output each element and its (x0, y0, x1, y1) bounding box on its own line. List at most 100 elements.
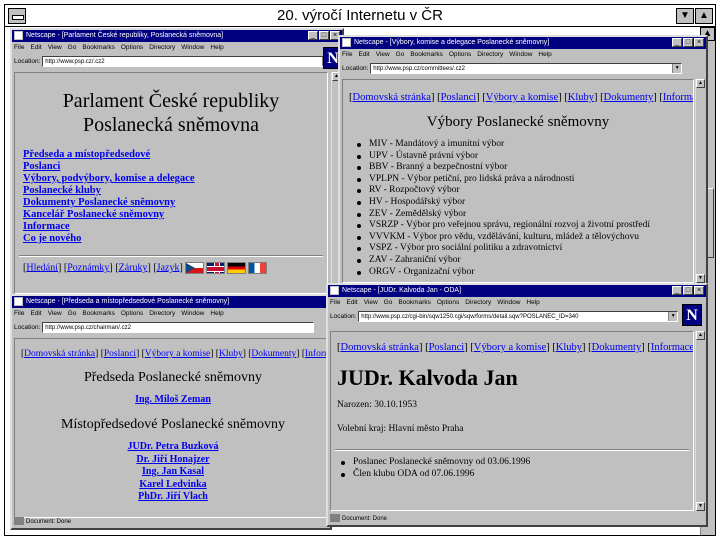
dropdown-icon[interactable]: ▼ (668, 311, 678, 321)
top-nav-link[interactable]: Kluby (568, 92, 594, 103)
maximize-icon[interactable]: □ (683, 38, 693, 47)
uk-flag-icon[interactable] (206, 262, 226, 274)
menu-item-go[interactable]: Go (384, 299, 393, 306)
menu-item-go[interactable]: Go (396, 51, 405, 58)
menu-item-options[interactable]: Options (449, 51, 471, 58)
menu-item-window[interactable]: Window (509, 51, 532, 58)
menu-item-help[interactable]: Help (210, 44, 223, 51)
menu-item-go[interactable]: Go (68, 44, 77, 51)
french-flag-icon[interactable] (248, 262, 268, 274)
menu-item-help[interactable]: Help (538, 51, 551, 58)
main-link[interactable]: Kancelář Poslanecké sněmovny (23, 209, 164, 220)
scroll-up-icon[interactable]: ▲ (696, 79, 705, 88)
top-nav-link[interactable]: Výbory a komise (145, 349, 210, 359)
vertical-scrollbar[interactable]: ▲▼ (695, 331, 705, 511)
minimize-icon[interactable]: _ (672, 286, 682, 295)
main-link[interactable]: Předseda a místopředsedové (23, 149, 150, 160)
url-field[interactable]: http://www.psp.cz/committees/.cz2 ▼ (370, 62, 683, 74)
top-nav-link[interactable]: Dokumenty (592, 342, 642, 353)
main-link[interactable]: Dokumenty Poslanecké sněmovny (23, 197, 175, 208)
menu-item-edit[interactable]: Edit (358, 51, 369, 58)
menu-item-help[interactable]: Help (210, 310, 223, 317)
menu-item-file[interactable]: File (14, 44, 24, 51)
footer-nav-link[interactable]: Hledání (26, 262, 58, 273)
menu-item-directory[interactable]: Directory (149, 310, 175, 317)
german-flag-icon[interactable] (227, 262, 247, 274)
title-bar[interactable]: Netscape - [Výbory, komise a delegace Po… (340, 37, 706, 49)
title-bar[interactable]: Netscape - [JUDr. Kalvoda Jan - ODA] _ □ × (328, 285, 706, 297)
close-icon[interactable]: × (694, 38, 704, 47)
main-link[interactable]: Poslanecké kluby (23, 185, 101, 196)
menu-item-edit[interactable]: Edit (346, 299, 357, 306)
maximize-triangle-icon[interactable]: ▲ (695, 8, 713, 24)
menu-item-bookmarks[interactable]: Bookmarks (410, 51, 443, 58)
title-bar[interactable]: Netscape - [Parlament České republiky, P… (12, 30, 342, 42)
menu-item-file[interactable]: File (330, 299, 340, 306)
window-chairman[interactable]: Netscape - [Předseda a místopředsedové P… (10, 294, 332, 530)
menu-item-options[interactable]: Options (121, 310, 143, 317)
menu-item-go[interactable]: Go (68, 310, 77, 317)
main-link[interactable]: Výbory, podvýbory, komise a delegace (23, 173, 195, 184)
title-bar[interactable]: Netscape - [Předseda a místopředsedové P… (12, 296, 330, 308)
menu-item-view[interactable]: View (48, 310, 62, 317)
menu-item-window[interactable]: Window (181, 310, 204, 317)
menu-item-bookmarks[interactable]: Bookmarks (82, 310, 115, 317)
menu-item-directory[interactable]: Directory (477, 51, 503, 58)
menu-item-options[interactable]: Options (121, 44, 143, 51)
top-nav-link[interactable]: Domovská stránka (24, 349, 95, 359)
main-link[interactable]: Co je nového (23, 233, 81, 244)
menu-item-help[interactable]: Help (526, 299, 539, 306)
menu-item-options[interactable]: Options (437, 299, 459, 306)
top-nav-link[interactable]: Domovská stránka (353, 92, 431, 103)
menu-item-view[interactable]: View (48, 44, 62, 51)
vice-chairman-link[interactable]: PhDr. Jiří Vlach (138, 491, 208, 502)
minimize-triangle-icon[interactable]: ▼ (676, 8, 694, 24)
top-nav-link[interactable]: Poslanci (441, 92, 477, 103)
chairman-link[interactable]: Ing. Miloš Zeman (135, 394, 211, 405)
menu-item-bookmarks[interactable]: Bookmarks (82, 44, 115, 51)
close-icon[interactable]: × (694, 286, 704, 295)
menu-item-window[interactable]: Window (181, 44, 204, 51)
menu-item-file[interactable]: File (342, 51, 352, 58)
vertical-scrollbar[interactable]: ▲▼ (695, 79, 705, 283)
url-field[interactable]: http://www.psp.cz/cgi-bin/sqw1250.cgi/sq… (358, 310, 679, 322)
top-nav-link[interactable]: Poslanci (104, 349, 136, 359)
footer-nav-link[interactable]: Jazyk (157, 262, 180, 273)
menu-item-bookmarks[interactable]: Bookmarks (398, 299, 431, 306)
top-nav-link[interactable]: Poslanci (429, 342, 465, 353)
url-field[interactable]: http://www.psp.cz/chairman/.cz2 (42, 321, 315, 333)
menu-item-edit[interactable]: Edit (30, 44, 41, 51)
top-nav-link[interactable]: Dokumenty (251, 349, 296, 359)
dropdown-icon[interactable]: ▼ (672, 63, 682, 73)
minimize-icon[interactable]: _ (308, 31, 318, 40)
menu-item-window[interactable]: Window (497, 299, 520, 306)
footer-nav-link[interactable]: Poznámky (67, 262, 109, 273)
top-nav-link[interactable]: Dokumenty (604, 92, 654, 103)
main-link[interactable]: Informace (23, 221, 70, 232)
footer-nav-link[interactable]: Záruky (119, 262, 148, 273)
top-nav-link[interactable]: Kluby (219, 349, 243, 359)
top-nav-link[interactable]: Domovská stránka (341, 342, 419, 353)
minimize-icon[interactable]: _ (672, 38, 682, 47)
window-deputy-detail[interactable]: Netscape - [JUDr. Kalvoda Jan - ODA] _ □ ×… (326, 283, 708, 527)
scroll-down-icon[interactable]: ▼ (696, 274, 705, 283)
menu-item-directory[interactable]: Directory (465, 299, 491, 306)
scroll-up-icon[interactable]: ▲ (696, 331, 705, 340)
top-nav-link[interactable]: Informace (663, 92, 693, 103)
vice-chairman-link[interactable]: Ing. Jan Kasal (142, 466, 204, 477)
menu-item-view[interactable]: View (376, 51, 390, 58)
maximize-icon[interactable]: □ (319, 31, 329, 40)
top-nav-link[interactable]: Informace (651, 342, 693, 353)
main-link[interactable]: Poslanci (23, 161, 60, 172)
vice-chairman-link[interactable]: JUDr. Petra Buzková (127, 441, 218, 452)
top-nav-link[interactable]: Kluby (556, 342, 582, 353)
czech-flag-icon[interactable] (185, 262, 205, 274)
menu-item-file[interactable]: File (14, 310, 24, 317)
vice-chairman-link[interactable]: Karel Ledvinka (139, 479, 206, 490)
vice-chairman-link[interactable]: Dr. Jiří Honajzer (136, 454, 209, 465)
window-parliament[interactable]: Netscape - [Parlament České republiky, P… (10, 28, 344, 296)
top-nav-link[interactable]: Výbory a komise (486, 92, 558, 103)
url-field[interactable]: http://www.psp.cz/.cz2▼ (42, 55, 333, 67)
window-committees[interactable]: Netscape - [Výbory, komise a delegace Po… (338, 35, 708, 285)
menu-item-edit[interactable]: Edit (30, 310, 41, 317)
